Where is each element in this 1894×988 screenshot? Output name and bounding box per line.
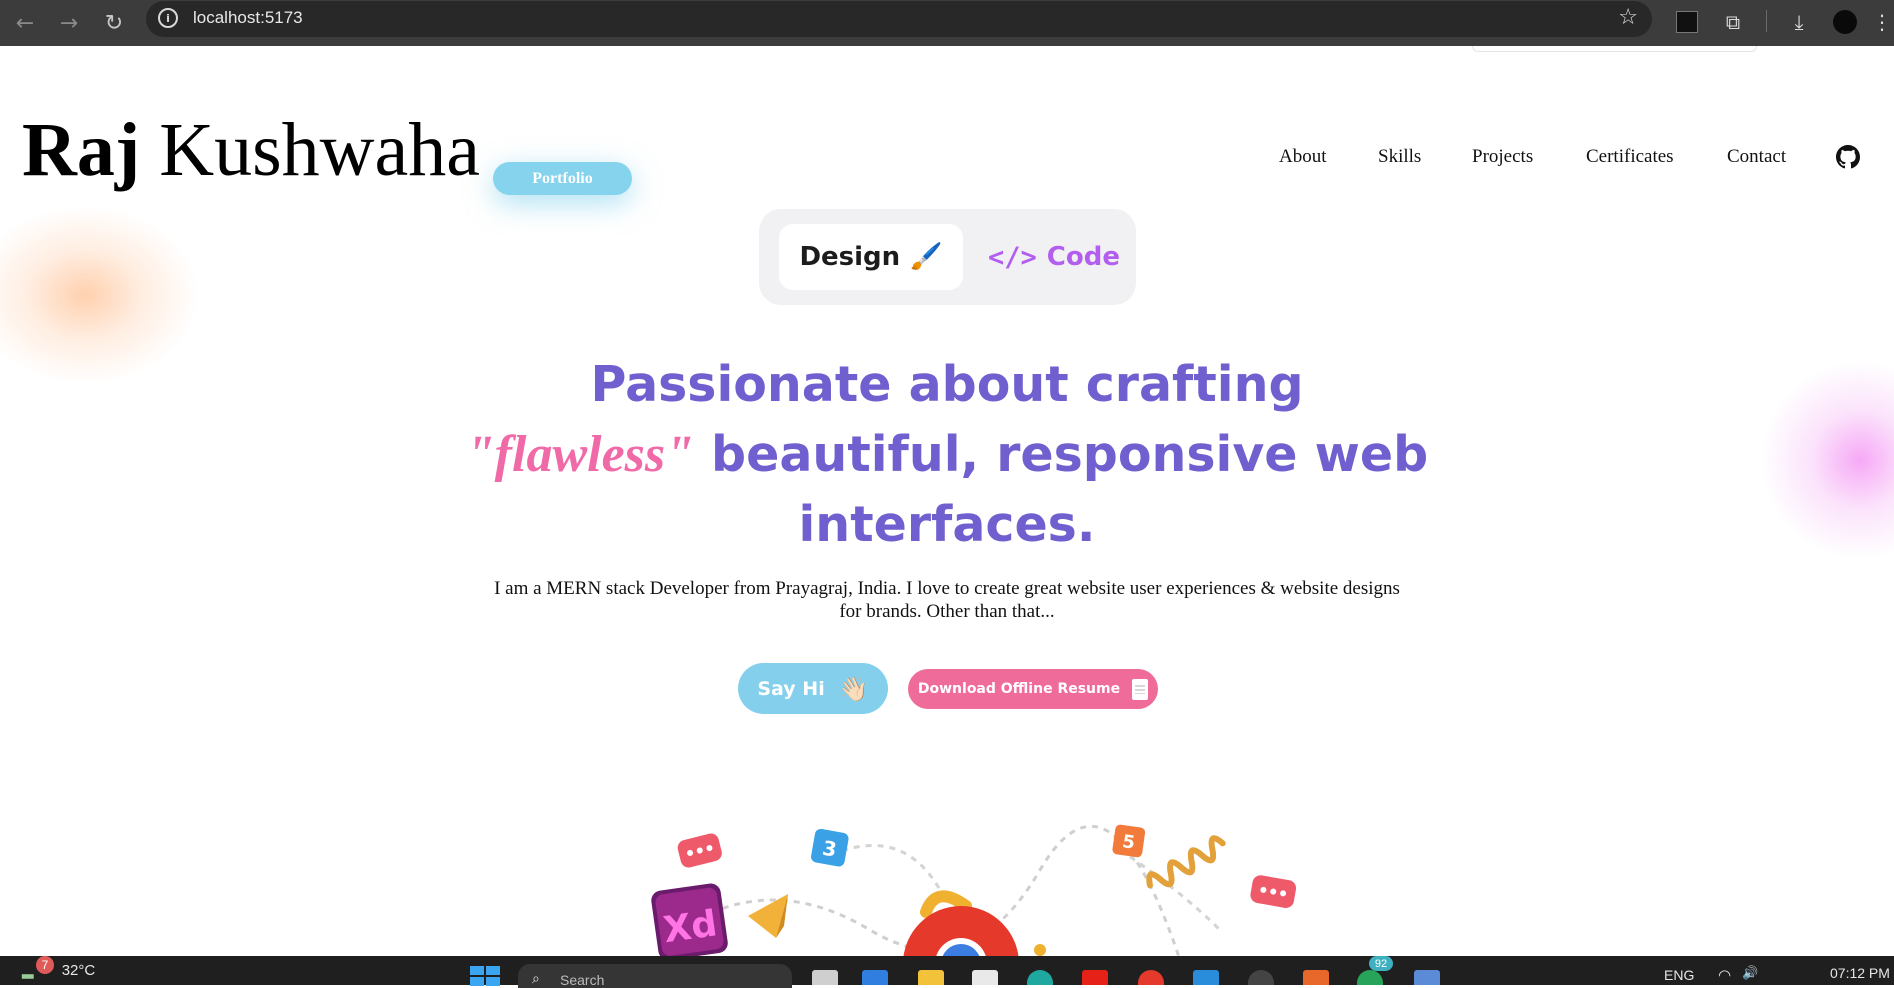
clock-time[interactable]: 07:12 PM — [1830, 965, 1890, 981]
taskbar-app-notes-icon[interactable] — [1414, 970, 1440, 985]
code-brackets-icon: </> — [988, 241, 1037, 273]
extension-icon[interactable] — [1671, 6, 1703, 38]
document-icon — [1132, 678, 1149, 700]
cone-shape — [748, 894, 788, 938]
say-hi-button[interactable]: Say Hi 👋🏻 — [738, 663, 888, 714]
search-placeholder: Search — [560, 972, 605, 988]
taskbar-app-chrome-icon[interactable] — [1138, 970, 1164, 985]
download-resume-button[interactable]: Download Offline Resume — [908, 669, 1158, 709]
extensions-puzzle-icon[interactable]: ⧉ — [1717, 6, 1749, 38]
code-label: Code — [1046, 242, 1120, 272]
nav-certificates[interactable]: Certificates — [1586, 146, 1674, 168]
temperature-label: 32°C — [61, 962, 96, 979]
taskbar-app-sublime-icon[interactable] — [1303, 970, 1329, 985]
spring-icon — [1146, 835, 1226, 889]
headline-line-2-text: beautiful, responsive web — [694, 426, 1429, 483]
address-bar[interactable]: i localhost:5173 ☆ — [146, 1, 1652, 37]
taskbar-app-store-icon[interactable] — [972, 970, 998, 985]
taskbar-app-vscode-icon[interactable] — [1193, 970, 1219, 985]
taskbar-app-explorer-icon[interactable] — [918, 970, 944, 985]
design-code-toggle: Design 🖌️ </> Code — [759, 209, 1136, 305]
bookmark-star-icon[interactable]: ☆ — [1618, 5, 1638, 30]
svg-text:Xd: Xd — [661, 903, 720, 951]
github-icon[interactable] — [1836, 145, 1860, 169]
dropdown-edge — [1472, 46, 1757, 52]
toolbar-divider — [1766, 10, 1767, 32]
waving-hand-icon: 👋🏻 — [838, 674, 869, 703]
nav-about[interactable]: About — [1279, 146, 1327, 168]
wifi-icon[interactable]: ◠ — [1718, 966, 1731, 984]
taskbar-search[interactable]: ⌕ Search — [518, 964, 792, 988]
hero-illustration: 3 5 Xd — [651, 824, 1297, 956]
back-icon[interactable]: ← — [6, 4, 44, 42]
portfolio-badge: Portfolio — [493, 162, 632, 195]
intro-paragraph: I am a MERN stack Developer from Prayagr… — [494, 578, 1400, 622]
profile-avatar[interactable] — [1829, 6, 1861, 38]
html5-icon: 5 — [1112, 824, 1146, 858]
say-hi-label: Say Hi — [757, 677, 825, 700]
decorative-blob-orange — [0, 205, 200, 385]
taskbar-app-chrome-profile-icon[interactable] — [1248, 970, 1274, 985]
browser-menu-icon[interactable]: ⋮ — [1872, 6, 1892, 38]
chrome-logo-icon — [903, 890, 1019, 956]
paintbrush-icon: 🖌️ — [910, 242, 943, 271]
taskbar-app-whatsapp-icon[interactable] — [1357, 970, 1383, 985]
toggle-design-option[interactable]: Design 🖌️ — [779, 224, 963, 290]
taskbar-app-youtube-icon[interactable] — [1082, 970, 1108, 985]
address-url[interactable]: localhost:5173 — [193, 8, 303, 28]
site-brand[interactable]: Raj Kushwaha — [22, 112, 480, 188]
decorative-blob-pink — [1760, 360, 1894, 560]
chat-bubble-icon-right — [1250, 875, 1297, 908]
headline-line-1: Passionate about crafting — [590, 356, 1304, 413]
headline-accent: "flawless" — [465, 426, 694, 483]
toggle-code-option[interactable]: </> Code — [988, 224, 1120, 290]
design-label: Design — [799, 242, 901, 272]
windows-start-icon[interactable] — [470, 966, 500, 986]
profile-dot — [1833, 10, 1857, 34]
windows-taskbar: ▂ 32°C 7 ⌕ Search 92 ENG ◠ 🔊 07:12 PM — [0, 956, 1894, 988]
site-info-icon[interactable]: i — [158, 8, 178, 28]
extension-square — [1676, 11, 1698, 33]
nav-skills[interactable]: Skills — [1378, 146, 1421, 168]
reload-icon[interactable]: ↻ — [95, 4, 133, 42]
brand-last-name: Kushwaha — [159, 108, 481, 192]
hero-headline: Passionate about crafting "flawless" bea… — [440, 350, 1454, 560]
language-indicator[interactable]: ENG — [1664, 967, 1694, 983]
chat-bubble-icon-left — [677, 833, 722, 868]
brand-first-name: Raj — [22, 108, 141, 192]
headline-line-2: "flawless" beautiful, responsive web — [440, 420, 1454, 490]
download-icon[interactable]: ⤓ — [1783, 6, 1815, 38]
nav-contact[interactable]: Contact — [1727, 146, 1786, 168]
nav-projects[interactable]: Projects — [1472, 146, 1533, 168]
taskbar-app-copilot-icon[interactable] — [862, 970, 888, 985]
forward-icon[interactable]: → — [50, 4, 88, 42]
small-orb — [1034, 944, 1046, 956]
taskbar-app-taskview-icon[interactable] — [812, 970, 838, 985]
weather-widget[interactable]: ▂ 32°C — [22, 961, 95, 979]
css3-icon: 3 — [811, 828, 849, 867]
download-resume-label: Download Offline Resume — [917, 681, 1121, 697]
taskbar-app-edge-icon[interactable] — [1027, 970, 1053, 985]
weather-badge: 7 — [36, 956, 54, 974]
browser-toolbar: ← → ↻ i localhost:5173 ☆ ⧉ ⤓ ⋮ — [0, 0, 1894, 46]
adobe-xd-icon: Xd — [651, 883, 728, 956]
headline-line-3: interfaces. — [798, 496, 1096, 553]
notification-count-badge: 92 — [1369, 956, 1393, 971]
volume-icon[interactable]: 🔊 — [1742, 966, 1758, 981]
